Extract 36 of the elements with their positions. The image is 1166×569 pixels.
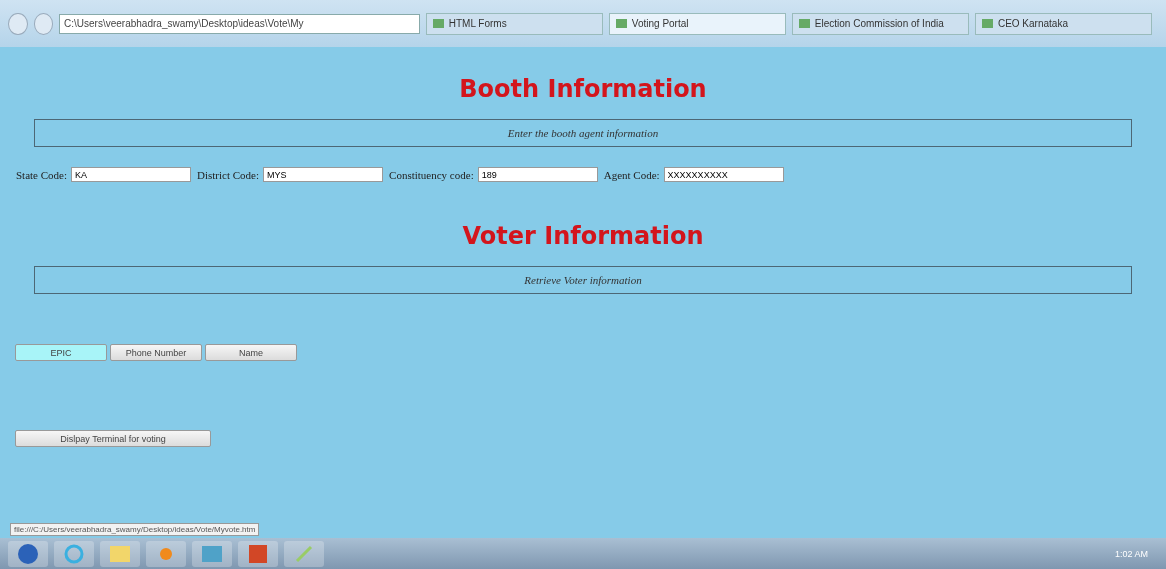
pencil-icon[interactable] [284, 540, 324, 567]
search-option-button[interactable]: Name [205, 344, 297, 361]
slides-icon[interactable] [238, 540, 278, 567]
forward-button[interactable] [33, 12, 54, 35]
folder-icon[interactable] [100, 540, 140, 567]
clock: 1:02 AM [1114, 548, 1148, 559]
window-icon[interactable] [192, 540, 232, 567]
section-heading: Booth Information [459, 75, 707, 103]
field-label: Constituency code: [389, 168, 474, 181]
browser-tab[interactable]: CEO Karnataka [974, 12, 1152, 35]
text-field[interactable]: XXXXXXXXXX [663, 167, 784, 182]
display-terminal-button[interactable]: Dislpay Terminal for voting [15, 430, 211, 447]
page-icon [615, 19, 627, 28]
search-option-button[interactable]: Phone Number [110, 344, 202, 361]
text-field[interactable]: 189 [477, 167, 598, 182]
info-banner: Enter the booth agent information [34, 119, 1132, 147]
browser-tab[interactable]: Election Commission of India [791, 12, 969, 35]
text-field[interactable]: MYS [263, 167, 384, 182]
back-button[interactable] [8, 12, 28, 35]
browser-icon[interactable] [54, 540, 94, 567]
info-banner: Retrieve Voter information [34, 266, 1132, 294]
section-heading: Voter Information [462, 222, 704, 250]
browser-tab[interactable]: Voting Portal [608, 12, 786, 35]
browser-tab[interactable]: HTML Forms [425, 12, 603, 35]
start-icon[interactable] [8, 540, 48, 567]
text-field[interactable]: KA [71, 167, 192, 182]
status-url: file:///C:/Users/veerabhadra_swamy/Desktop/ideas/Vote/Myvote.htm [10, 523, 260, 536]
field-label: Agent Code: [603, 168, 660, 181]
page-icon [798, 19, 810, 28]
page-icon [981, 19, 993, 28]
media-icon[interactable] [146, 540, 186, 567]
page-icon [432, 19, 444, 28]
address-bar[interactable]: C:\Users\veerabhadra_swamy\Desktop\ideas\Vote\My [59, 13, 420, 34]
search-option-button[interactable]: EPIC [15, 344, 107, 361]
field-label: State Code: [16, 168, 68, 181]
field-label: District Code: [197, 168, 260, 181]
